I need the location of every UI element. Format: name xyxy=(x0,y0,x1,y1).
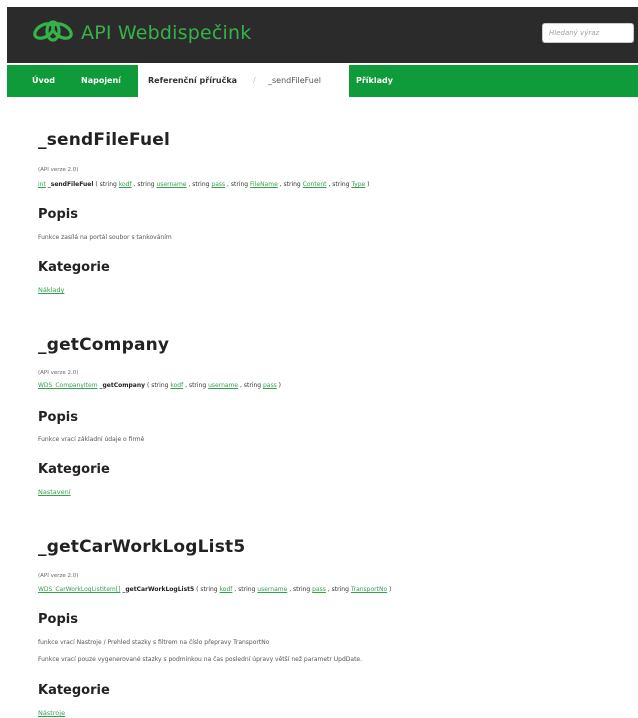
kategorie-heading: Kategorie xyxy=(38,683,110,698)
search-input[interactable] xyxy=(542,23,634,43)
breadcrumb-current: _sendFileFuel xyxy=(268,76,322,85)
api-version: (API verze 2.0) xyxy=(38,167,79,173)
api-version: (API verze 2.0) xyxy=(38,573,79,579)
section-title: _getCarWorkLogList5 xyxy=(38,537,246,557)
kategorie-link[interactable]: Nastavení xyxy=(38,488,71,496)
param-type: string xyxy=(200,586,218,593)
param-link-kodf[interactable]: kodf xyxy=(220,586,233,593)
function-signature: WDS_CarWorkLogListItem[] _getCarWorkLogL… xyxy=(38,586,392,593)
popis-text: Funkce vrací pouze vygenerované stazky s… xyxy=(38,656,363,663)
function-name: _sendFileFuel xyxy=(47,181,94,188)
param-link-username[interactable]: username xyxy=(257,586,287,593)
nav-uvod[interactable]: Úvod xyxy=(32,65,55,97)
param-type: string xyxy=(151,382,169,389)
nav-priklady[interactable]: Příklady xyxy=(356,65,393,97)
section-title: _getCompany xyxy=(38,335,170,355)
param-type: string xyxy=(293,586,311,593)
param-link-pass[interactable]: pass xyxy=(312,586,326,593)
kategorie-link[interactable]: Náklady xyxy=(38,286,64,294)
return-type-link[interactable]: WDS_CompanyItem xyxy=(38,382,98,389)
param-type: string xyxy=(332,181,350,188)
param-link-username[interactable]: username xyxy=(157,181,187,188)
section-title: _sendFileFuel xyxy=(38,130,171,150)
popis-heading: Popis xyxy=(38,612,78,627)
param-type: string xyxy=(137,181,155,188)
kategorie-heading: Kategorie xyxy=(38,260,110,275)
param-type: string xyxy=(99,181,117,188)
breadcrumb-separator: / xyxy=(253,76,256,85)
popis-heading: Popis xyxy=(38,410,78,425)
param-type: string xyxy=(230,181,249,188)
param-link-kodf[interactable]: kodf xyxy=(119,181,132,188)
kategorie-link[interactable]: Nástroje xyxy=(38,709,65,717)
main-nav: Úvod Napojení Referenční příručka / _sen… xyxy=(7,65,638,97)
param-link-content[interactable]: Content xyxy=(303,181,327,188)
popis-heading: Popis xyxy=(38,207,78,222)
param-type: string xyxy=(192,181,210,188)
carbon-logo-icon xyxy=(31,18,75,48)
popis-text: Funkce vrací základní údaje o firmě xyxy=(38,436,145,443)
param-type: string xyxy=(331,586,349,593)
param-type: string xyxy=(188,382,207,389)
function-name: _getCarWorkLogList5 xyxy=(122,586,195,593)
param-link-filename[interactable]: FileName xyxy=(250,181,278,188)
return-type-link[interactable]: int xyxy=(38,181,46,188)
param-type: string xyxy=(283,181,301,188)
param-link-username[interactable]: username xyxy=(208,382,238,389)
param-link-pass[interactable]: pass xyxy=(211,181,225,188)
popis-text: Funkce zasílá na portál soubor s tanková… xyxy=(38,234,172,241)
param-link-pass[interactable]: pass xyxy=(263,382,277,389)
api-version: (API verze 2.0) xyxy=(38,370,79,376)
popis-text: funkce vrací Nastroje / Prehled stazky s… xyxy=(38,639,270,646)
param-type: string xyxy=(238,586,256,593)
param-link-kodf[interactable]: kodf xyxy=(170,382,183,389)
header-bar: API Webdispečink xyxy=(7,7,638,63)
function-signature: WDS_CompanyItem _getCompany ( string kod… xyxy=(38,382,281,389)
return-type-link[interactable]: WDS_CarWorkLogListItem[] xyxy=(38,586,120,593)
param-link-type[interactable]: Type xyxy=(351,181,365,188)
app-title: API Webdispečink xyxy=(81,22,252,44)
kategorie-heading: Kategorie xyxy=(38,462,110,477)
nav-referencni-prirucka[interactable]: Referenční příručka xyxy=(148,65,237,97)
param-type: string xyxy=(243,382,262,389)
param-link-transportno[interactable]: TransportNo xyxy=(351,586,387,593)
function-signature: int _sendFileFuel ( string kodf , string… xyxy=(38,181,370,188)
nav-napojeni[interactable]: Napojení xyxy=(81,65,121,97)
logo[interactable]: API Webdispečink xyxy=(31,18,251,48)
function-name: _getCompany xyxy=(99,382,146,389)
